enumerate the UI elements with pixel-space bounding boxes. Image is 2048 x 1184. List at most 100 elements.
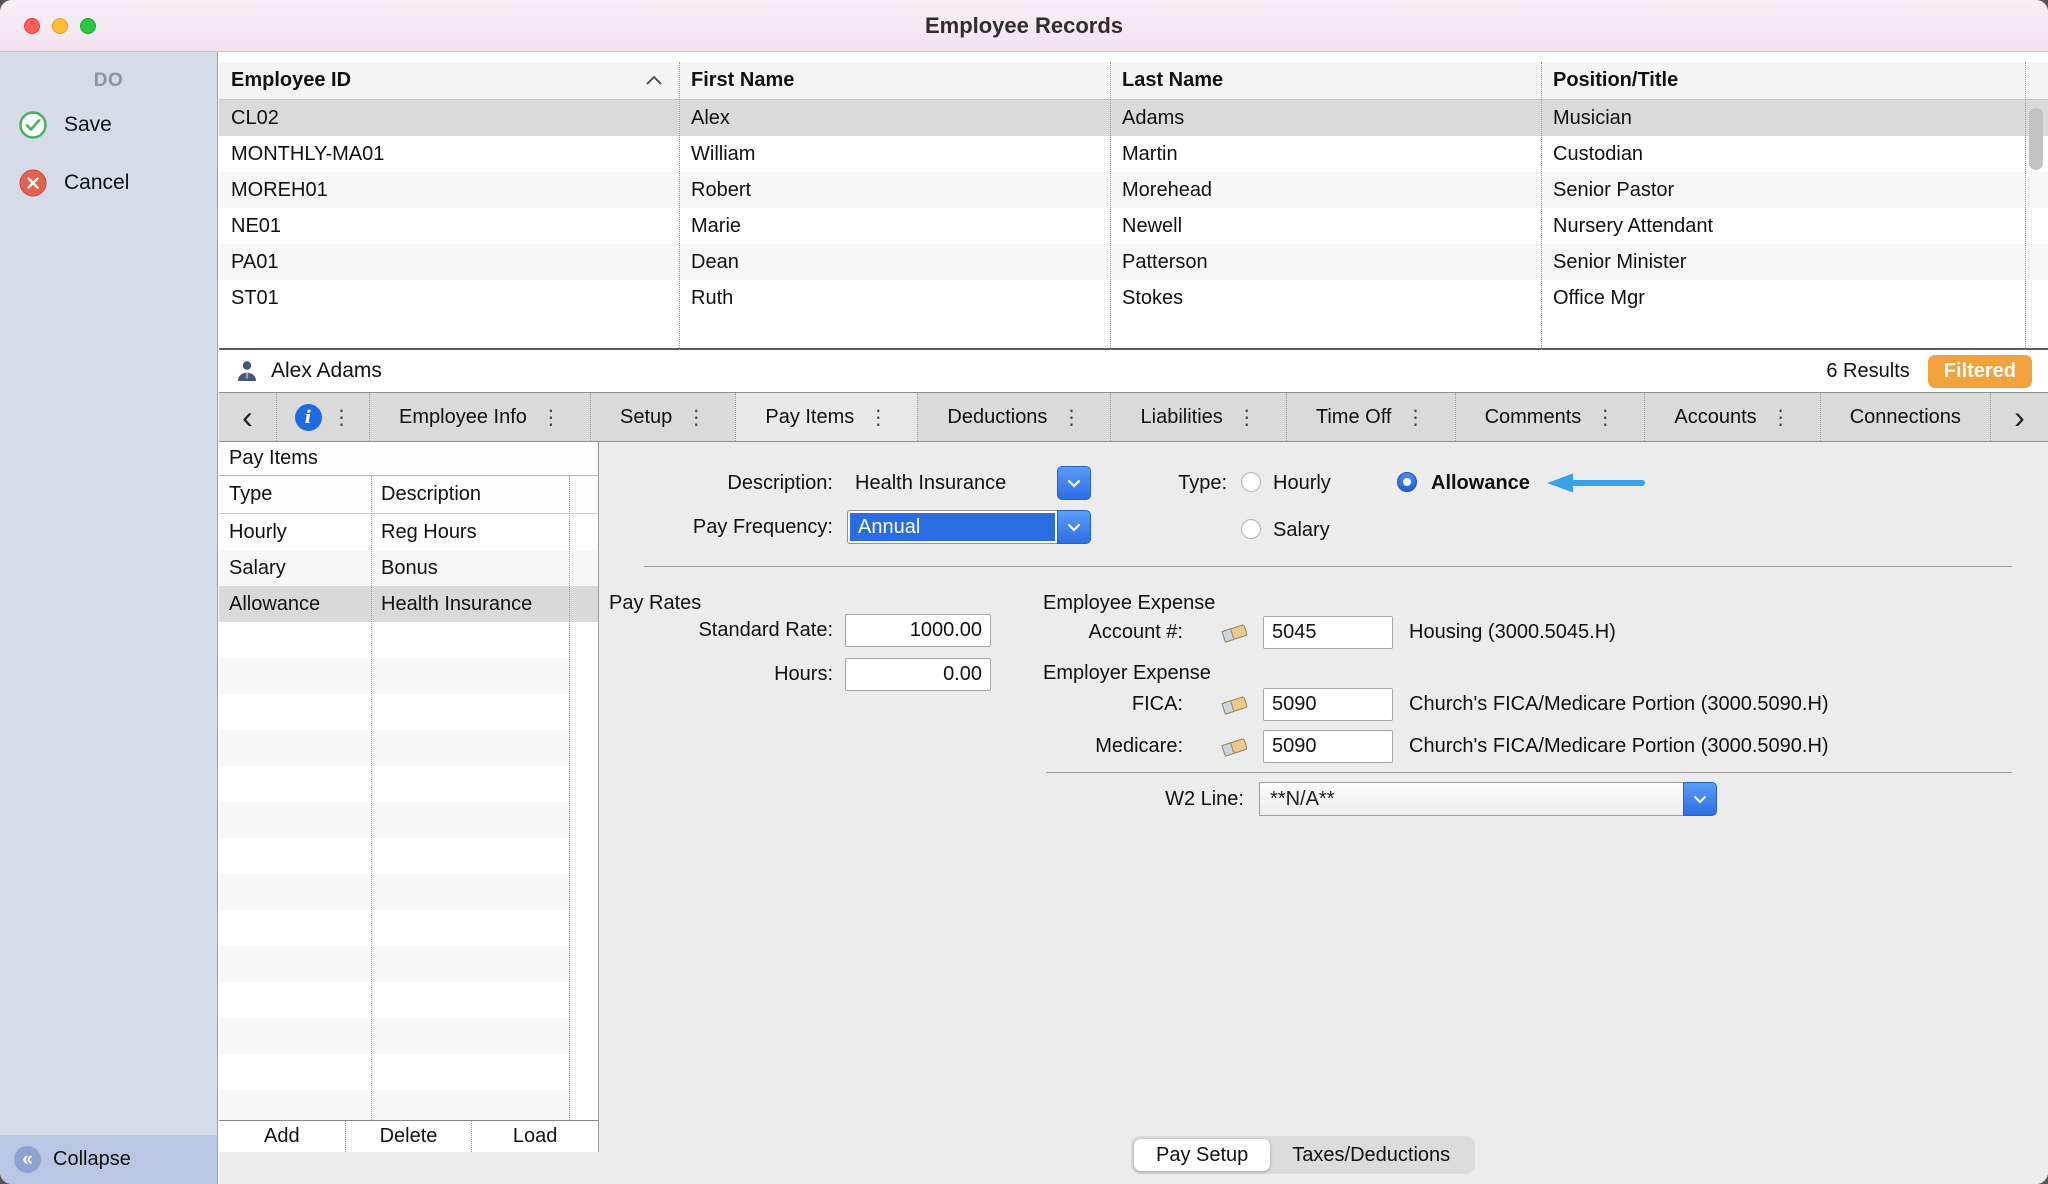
cell-first-name: Ruth bbox=[679, 280, 1110, 316]
kebab-menu-icon[interactable] bbox=[868, 405, 888, 430]
account-number-input[interactable] bbox=[1263, 616, 1393, 649]
tab-time-off[interactable]: Time Off bbox=[1286, 393, 1455, 441]
kebab-menu-icon[interactable] bbox=[332, 405, 352, 430]
table-row[interactable]: PA01 Dean Patterson Senior Minister bbox=[219, 244, 2048, 280]
tab-employee-info[interactable]: Employee Info bbox=[369, 393, 590, 441]
table-scrollbar[interactable] bbox=[2029, 108, 2043, 170]
medicare-account-input[interactable] bbox=[1263, 730, 1393, 763]
section-divider bbox=[644, 566, 2012, 567]
type-hourly-label[interactable]: Hourly bbox=[1273, 466, 1331, 500]
column-header-description[interactable]: Description bbox=[371, 476, 569, 513]
pay-frequency-dropdown-button[interactable] bbox=[1057, 510, 1091, 544]
fica-account-input[interactable] bbox=[1263, 688, 1393, 721]
kebab-menu-icon[interactable] bbox=[686, 405, 706, 430]
w2-line-dropdown[interactable]: **N/A** bbox=[1259, 782, 1683, 816]
selected-employee-name: Alex Adams bbox=[271, 359, 382, 383]
w2-line-dropdown-button[interactable] bbox=[1683, 782, 1717, 816]
account-lookup-eraser-icon[interactable] bbox=[1217, 621, 1251, 645]
tabs-scroll-left-button[interactable] bbox=[219, 393, 277, 441]
column-header-position[interactable]: Position/Title bbox=[1541, 62, 2048, 99]
table-row[interactable]: ST01 Ruth Stokes Office Mgr bbox=[219, 280, 2048, 316]
tab-liabilities[interactable]: Liabilities bbox=[1110, 393, 1285, 441]
tab-comments[interactable]: Comments bbox=[1455, 393, 1645, 441]
tab-label: Accounts bbox=[1674, 406, 1756, 429]
medicare-label: Medicare: bbox=[899, 730, 1183, 763]
column-label: Employee ID bbox=[231, 69, 351, 92]
medicare-lookup-eraser-icon[interactable] bbox=[1217, 735, 1251, 759]
collapse-button[interactable]: Collapse bbox=[0, 1135, 217, 1184]
tab-taxes-deductions[interactable]: Taxes/Deductions bbox=[1270, 1139, 1472, 1171]
tabs-scroll-right-button[interactable] bbox=[1990, 393, 2048, 441]
type-hourly-radio[interactable] bbox=[1241, 472, 1261, 492]
table-row[interactable]: CL02 Alex Adams Musician bbox=[219, 100, 2048, 136]
tab-accounts[interactable]: Accounts bbox=[1644, 393, 1819, 441]
chevron-down-icon bbox=[1067, 523, 1081, 532]
list-item[interactable]: Allowance Health Insurance bbox=[219, 586, 598, 622]
cell-employee-id: MONTHLY-MA01 bbox=[219, 136, 679, 172]
list-item[interactable]: Hourly Reg Hours bbox=[219, 514, 598, 550]
record-tab-bar: i Employee Info Setup Pay Items Deductio… bbox=[219, 392, 2048, 442]
kebab-menu-icon[interactable] bbox=[1771, 405, 1791, 430]
filtered-badge[interactable]: Filtered bbox=[1928, 355, 2032, 388]
pay-frequency-label: Pay Frequency: bbox=[599, 510, 833, 544]
tab-label: Setup bbox=[620, 406, 672, 429]
pay-items-actions: Add Delete Load bbox=[219, 1120, 599, 1152]
cancel-label: Cancel bbox=[64, 171, 129, 195]
info-icon: i bbox=[295, 404, 322, 431]
kebab-menu-icon[interactable] bbox=[1595, 405, 1615, 430]
column-header-last-name[interactable]: Last Name bbox=[1110, 62, 1541, 99]
cell-last-name: Newell bbox=[1110, 208, 1541, 244]
fica-lookup-eraser-icon[interactable] bbox=[1217, 693, 1251, 717]
description-dropdown-value[interactable]: Health Insurance bbox=[855, 466, 1051, 500]
pay-items-column-headers: Type Description bbox=[219, 476, 598, 514]
type-allowance-label[interactable]: Allowance bbox=[1431, 466, 1530, 500]
kebab-menu-icon[interactable] bbox=[1405, 405, 1425, 430]
tab-info-button[interactable]: i bbox=[277, 393, 369, 441]
save-button[interactable]: Save bbox=[0, 100, 217, 150]
tab-connections[interactable]: Connections bbox=[1820, 393, 1990, 441]
sort-ascending-icon[interactable] bbox=[645, 75, 663, 86]
list-item[interactable]: Salary Bonus bbox=[219, 550, 598, 586]
hours-input[interactable] bbox=[845, 658, 991, 691]
type-salary-label[interactable]: Salary bbox=[1273, 513, 1330, 547]
kebab-menu-icon[interactable] bbox=[541, 405, 561, 430]
cell-employee-id: CL02 bbox=[219, 100, 679, 136]
pay-items-panel-title: Pay Items bbox=[219, 442, 598, 476]
column-header-type[interactable]: Type bbox=[219, 476, 371, 513]
table-row[interactable]: MONTHLY-MA01 William Martin Custodian bbox=[219, 136, 2048, 172]
cell-last-name: Morehead bbox=[1110, 172, 1541, 208]
check-icon bbox=[18, 110, 48, 140]
zoom-button[interactable] bbox=[80, 18, 96, 34]
delete-button[interactable]: Delete bbox=[346, 1121, 473, 1152]
cancel-button[interactable]: Cancel bbox=[0, 158, 217, 208]
cell-type: Salary bbox=[219, 550, 371, 586]
pay-items-list: Hourly Reg Hours Salary Bonus Allowance … bbox=[219, 514, 598, 1152]
minimize-button[interactable] bbox=[52, 18, 68, 34]
tab-label: Employee Info bbox=[399, 406, 527, 429]
pay-item-detail-pane: Description: Health Insurance Pay Freque… bbox=[599, 442, 2048, 1184]
tab-pay-setup[interactable]: Pay Setup bbox=[1134, 1139, 1270, 1171]
table-row[interactable]: MOREH01 Robert Morehead Senior Pastor bbox=[219, 172, 2048, 208]
pay-frequency-dropdown[interactable]: Annual bbox=[847, 510, 1057, 544]
chevron-left-icon bbox=[242, 401, 253, 434]
type-allowance-radio[interactable] bbox=[1397, 472, 1417, 492]
annotation-arrow bbox=[1547, 472, 1647, 494]
table-row[interactable]: NE01 Marie Newell Nursery Attendant bbox=[219, 208, 2048, 244]
cell-description: Health Insurance bbox=[371, 586, 569, 622]
close-button[interactable] bbox=[24, 18, 40, 34]
column-header-first-name[interactable]: First Name bbox=[679, 62, 1110, 99]
tab-setup[interactable]: Setup bbox=[590, 393, 735, 441]
kebab-menu-icon[interactable] bbox=[1237, 405, 1257, 430]
employer-expense-title: Employer Expense bbox=[1043, 658, 1211, 688]
load-button[interactable]: Load bbox=[472, 1121, 598, 1152]
cell-position: Nursery Attendant bbox=[1541, 208, 2048, 244]
description-dropdown-button[interactable] bbox=[1057, 466, 1091, 500]
tab-label: Deductions bbox=[947, 406, 1047, 429]
tab-pay-items[interactable]: Pay Items bbox=[735, 393, 917, 441]
tab-deductions[interactable]: Deductions bbox=[917, 393, 1110, 441]
sidebar-header: DO bbox=[0, 70, 217, 92]
add-button[interactable]: Add bbox=[219, 1121, 346, 1152]
type-salary-radio[interactable] bbox=[1241, 519, 1261, 539]
kebab-menu-icon[interactable] bbox=[1061, 405, 1081, 430]
column-header-employee-id[interactable]: Employee ID bbox=[219, 62, 679, 99]
